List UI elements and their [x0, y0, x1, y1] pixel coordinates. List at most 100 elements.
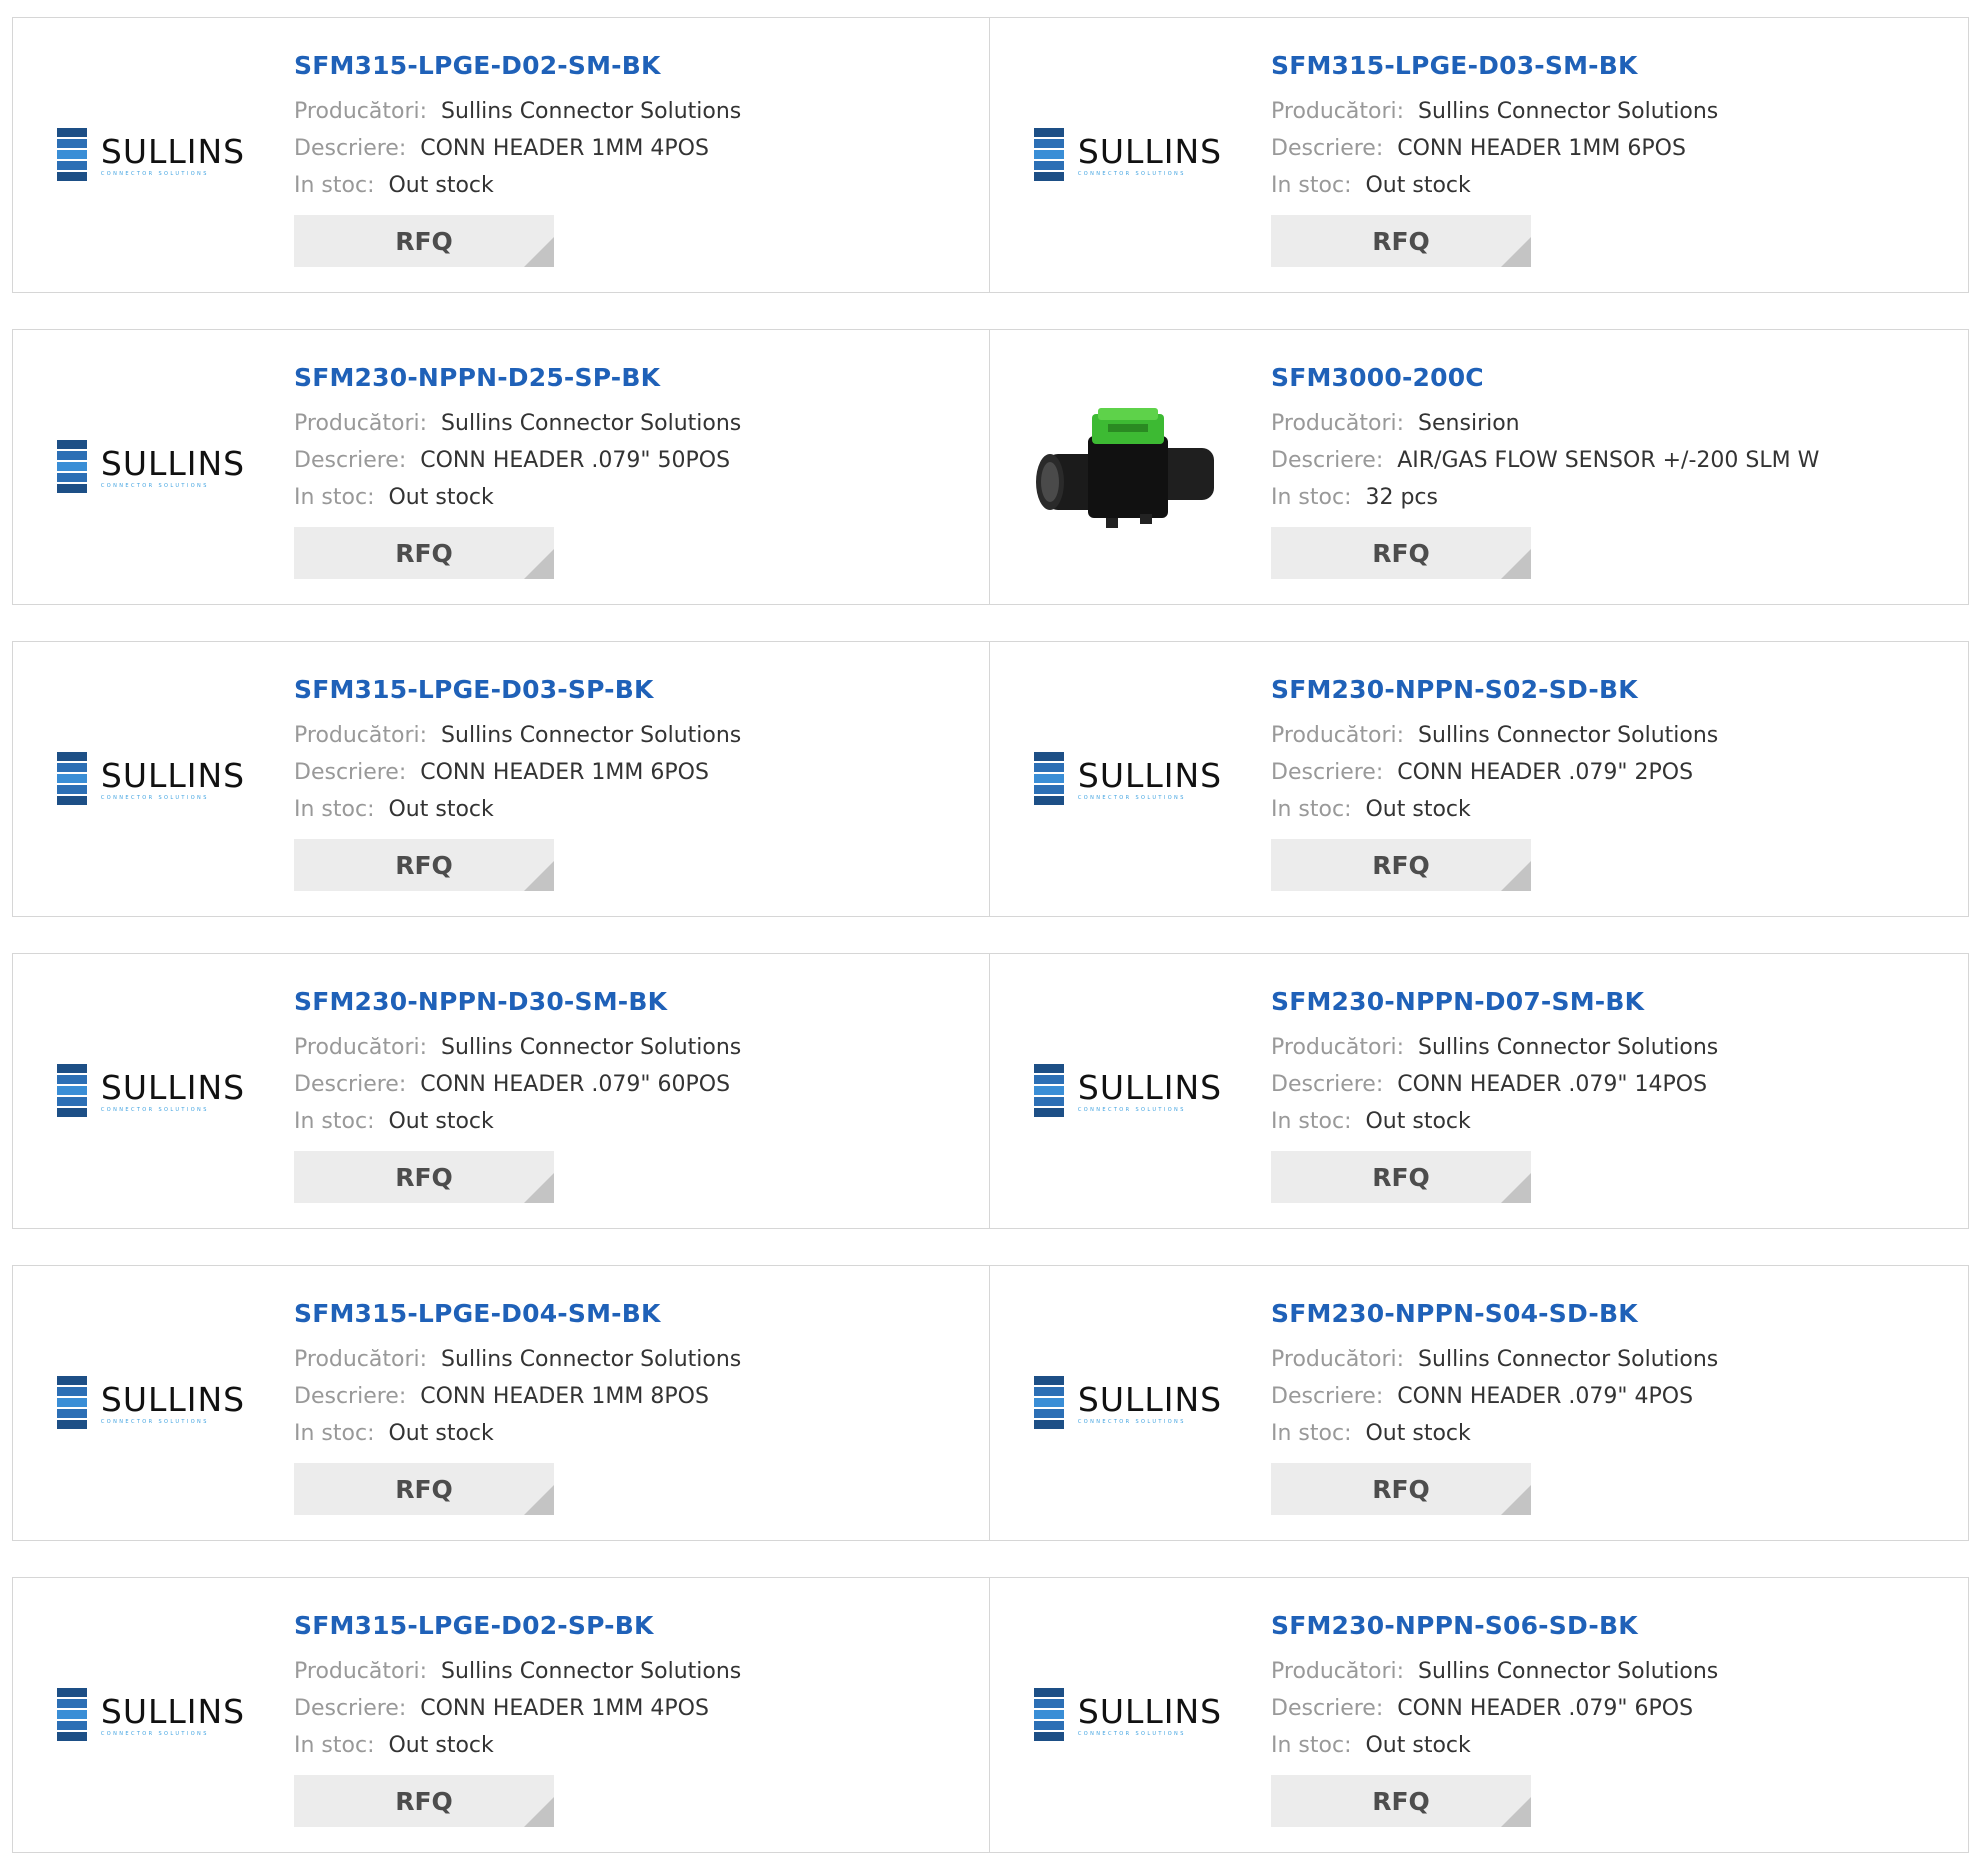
stock-row: In stoc: Out stock — [294, 167, 741, 204]
description-row: Descriere: CONN HEADER .079" 2POS — [1271, 754, 1718, 791]
product-image[interactable]: SULLINS connector solutions — [41, 666, 261, 894]
part-number-link[interactable]: SFM315-LPGE-D04-SM-BK — [294, 1297, 741, 1331]
sullins-logo-mark — [56, 1688, 87, 1741]
stock-row: In stoc: Out stock — [1271, 1727, 1718, 1764]
rfq-button[interactable]: RFQ — [1271, 839, 1531, 891]
part-number-link[interactable]: SFM230-NPPN-S06-SD-BK — [1271, 1609, 1718, 1643]
stock-label: In stoc: — [294, 1421, 375, 1446]
description-row: Descriere: AIR/GAS FLOW SENSOR +/-200 SLM… — [1271, 442, 1819, 479]
rfq-button[interactable]: RFQ — [1271, 215, 1531, 267]
part-number-link[interactable]: SFM230-NPPN-D25-SP-BK — [294, 361, 741, 395]
stock-value: Out stock — [1365, 173, 1471, 198]
manufacturer-row: Producători: Sullins Connector Solutions — [294, 93, 741, 130]
stock-row: In stoc: 32 pcs — [1271, 479, 1819, 516]
manufacturer-row: Producători: Sullins Connector Solutions — [1271, 93, 1718, 130]
description-row: Descriere: CONN HEADER 1MM 8POS — [294, 1378, 741, 1415]
manufacturer-value: Sullins Connector Solutions — [441, 411, 742, 436]
manufacturer-label: Producători: — [1271, 1035, 1405, 1060]
stock-value: Out stock — [1365, 1421, 1471, 1446]
product-info: SFM230-NPPN-S02-SD-BK Producători: Sullin… — [1271, 673, 1718, 891]
product-image[interactable]: SULLINS connector solutions — [1018, 1602, 1238, 1830]
sullins-logo-sub: connector solutions — [1077, 795, 1186, 801]
rfq-button[interactable]: RFQ — [294, 1463, 554, 1515]
sullins-logo: SULLINS connector solutions — [1033, 1376, 1222, 1432]
rfq-button[interactable]: RFQ — [294, 1151, 554, 1203]
part-number-link[interactable]: SFM315-LPGE-D03-SP-BK — [294, 673, 741, 707]
description-value: CONN HEADER .079" 6POS — [1397, 1696, 1694, 1721]
product-image[interactable]: SULLINS connector solutions — [41, 1602, 261, 1830]
description-value: CONN HEADER .079" 60POS — [420, 1072, 731, 1097]
description-label: Descriere: — [1271, 1696, 1384, 1721]
product-info: SFM230-NPPN-D07-SM-BK Producători: Sullin… — [1271, 985, 1718, 1203]
description-label: Descriere: — [1271, 760, 1384, 785]
sullins-logo-mark — [1033, 1064, 1064, 1117]
product-image[interactable]: SULLINS connector solutions — [41, 354, 261, 582]
part-number-link[interactable]: SFM230-NPPN-D07-SM-BK — [1271, 985, 1718, 1019]
description-value: CONN HEADER .079" 50POS — [420, 448, 731, 473]
stock-row: In stoc: Out stock — [294, 1727, 741, 1764]
product-card: SULLINS connector solutions SFM315-LPGE-… — [12, 641, 990, 917]
manufacturer-label: Producători: — [1271, 1347, 1405, 1372]
rfq-button[interactable]: RFQ — [294, 527, 554, 579]
manufacturer-label: Producători: — [294, 1347, 428, 1372]
product-image[interactable]: SULLINS connector solutions — [1018, 42, 1238, 270]
description-label: Descriere: — [294, 1696, 407, 1721]
description-value: CONN HEADER 1MM 4POS — [420, 1696, 709, 1721]
part-number-link[interactable]: SFM230-NPPN-S02-SD-BK — [1271, 673, 1718, 707]
product-image[interactable]: SULLINS connector solutions — [1018, 978, 1238, 1206]
stock-value: Out stock — [388, 485, 494, 510]
part-number-link[interactable]: SFM315-LPGE-D02-SP-BK — [294, 1609, 741, 1643]
stock-value: Out stock — [388, 797, 494, 822]
manufacturer-value: Sullins Connector Solutions — [441, 723, 742, 748]
manufacturer-value: Sullins Connector Solutions — [1418, 99, 1719, 124]
rfq-button[interactable]: RFQ — [294, 215, 554, 267]
part-number-link[interactable]: SFM315-LPGE-D02-SM-BK — [294, 49, 741, 83]
description-row: Descriere: CONN HEADER .079" 14POS — [1271, 1066, 1718, 1103]
rfq-button[interactable]: RFQ — [294, 1775, 554, 1827]
manufacturer-value: Sullins Connector Solutions — [441, 1035, 742, 1060]
rfq-button[interactable]: RFQ — [1271, 527, 1531, 579]
part-number-link[interactable]: SFM315-LPGE-D03-SM-BK — [1271, 49, 1718, 83]
product-image[interactable]: SULLINS connector solutions — [1018, 666, 1238, 894]
product-image[interactable]: SULLINS connector solutions — [41, 978, 261, 1206]
rfq-button[interactable]: RFQ — [1271, 1775, 1531, 1827]
part-number-link[interactable]: SFM230-NPPN-S04-SD-BK — [1271, 1297, 1718, 1331]
manufacturer-label: Producători: — [1271, 411, 1405, 436]
sullins-logo-sub: connector solutions — [100, 1419, 209, 1425]
description-value: CONN HEADER .079" 2POS — [1397, 760, 1694, 785]
rfq-button[interactable]: RFQ — [1271, 1463, 1531, 1515]
stock-row: In stoc: Out stock — [294, 1415, 741, 1452]
sullins-logo: SULLINS connector solutions — [56, 1064, 245, 1120]
description-label: Descriere: — [294, 1384, 407, 1409]
part-number-link[interactable]: SFM230-NPPN-D30-SM-BK — [294, 985, 741, 1019]
sullins-logo-mark — [1033, 1688, 1064, 1741]
manufacturer-label: Producători: — [1271, 99, 1405, 124]
manufacturer-row: Producători: Sullins Connector Solutions — [1271, 1653, 1718, 1690]
manufacturer-row: Producători: Sullins Connector Solutions — [294, 1653, 741, 1690]
product-image[interactable] — [1018, 354, 1238, 582]
product-grid: SULLINS connector solutions SFM315-LPGE-… — [12, 17, 1969, 1853]
manufacturer-label: Producători: — [1271, 723, 1405, 748]
stock-label: In stoc: — [1271, 1421, 1352, 1446]
description-value: CONN HEADER .079" 4POS — [1397, 1384, 1694, 1409]
sullins-logo-mark — [1033, 128, 1064, 181]
rfq-button[interactable]: RFQ — [294, 839, 554, 891]
sullins-logo: SULLINS connector solutions — [56, 1376, 245, 1432]
manufacturer-row: Producători: Sullins Connector Solutions — [294, 1029, 741, 1066]
manufacturer-value: Sullins Connector Solutions — [441, 1347, 742, 1372]
stock-label: In stoc: — [294, 173, 375, 198]
description-value: CONN HEADER 1MM 6POS — [420, 760, 709, 785]
rfq-button[interactable]: RFQ — [1271, 1151, 1531, 1203]
product-image[interactable]: SULLINS connector solutions — [41, 42, 261, 270]
product-image[interactable]: SULLINS connector solutions — [41, 1290, 261, 1518]
part-number-link[interactable]: SFM3000-200C — [1271, 361, 1819, 395]
sullins-logo-sub: connector solutions — [1077, 171, 1186, 177]
description-value: CONN HEADER 1MM 4POS — [420, 136, 709, 161]
manufacturer-value: Sullins Connector Solutions — [441, 1659, 742, 1684]
product-card: SULLINS connector solutions SFM230-NPPN-… — [990, 641, 1969, 917]
stock-label: In stoc: — [294, 797, 375, 822]
product-image[interactable]: SULLINS connector solutions — [1018, 1290, 1238, 1518]
description-row: Descriere: CONN HEADER 1MM 6POS — [1271, 130, 1718, 167]
manufacturer-value: Sullins Connector Solutions — [1418, 1035, 1719, 1060]
stock-row: In stoc: Out stock — [1271, 1103, 1718, 1140]
